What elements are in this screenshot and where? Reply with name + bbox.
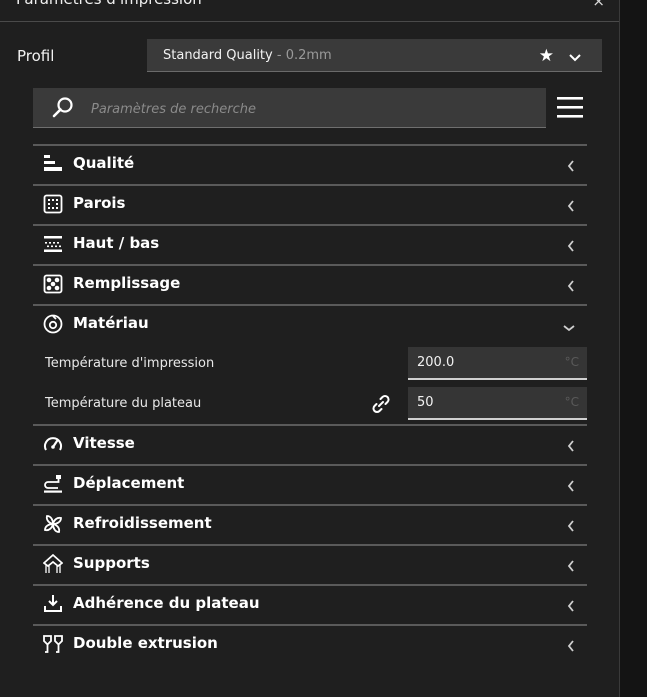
chevron-left-icon (567, 477, 575, 496)
category-label: Qualité (73, 154, 135, 172)
category-walls[interactable]: Parois (33, 184, 587, 223)
category-quality[interactable]: Qualité (33, 144, 587, 183)
category-support[interactable]: Supports (33, 544, 587, 583)
category-label: Double extrusion (73, 634, 218, 652)
support-icon (42, 553, 64, 574)
panel-title: Paramètres d'impression (16, 0, 202, 8)
setting-label: Température d'impression (45, 356, 215, 371)
category-infill[interactable]: Remplissage (33, 264, 587, 303)
chevron-left-icon (567, 237, 575, 256)
bed-temperature-field[interactable]: 50 °C (408, 387, 587, 420)
infill-icon (43, 274, 63, 294)
category-label: Remplissage (73, 274, 181, 292)
setting-bed-temperature: Température du plateau 50 °C (33, 384, 587, 424)
chevron-down-icon[interactable] (568, 48, 582, 67)
field-value: 200.0 (417, 355, 455, 370)
chevron-left-icon (567, 517, 575, 536)
print-settings-panel: Paramètres d'impression × Profil Standar… (0, 0, 620, 697)
walls-icon (43, 194, 63, 214)
chevron-left-icon (567, 637, 575, 656)
search-icon (51, 96, 75, 124)
adhesion-icon (43, 594, 63, 614)
speed-icon (43, 434, 63, 454)
profile-name: Standard Quality - 0.2mm (163, 48, 332, 63)
field-unit: °C (564, 355, 579, 369)
link-icon[interactable] (370, 393, 392, 419)
panel-title-bar: Paramètres d'impression × (0, 0, 619, 22)
chevron-left-icon (567, 557, 575, 576)
favorite-star-icon[interactable]: ★ (539, 46, 554, 66)
category-label: Vitesse (73, 434, 135, 452)
chevron-left-icon (567, 597, 575, 616)
category-dual-extrusion[interactable]: Double extrusion (33, 624, 587, 663)
profile-label: Profil (17, 47, 55, 65)
category-label: Déplacement (73, 474, 185, 492)
settings-menu-icon[interactable] (557, 96, 583, 122)
cooling-icon (43, 514, 63, 534)
setting-print-temperature: Température d'impression 200.0 °C (33, 344, 587, 384)
category-material[interactable]: Matériau (33, 304, 587, 343)
print-temperature-field[interactable]: 200.0 °C (408, 347, 587, 380)
chevron-left-icon (567, 157, 575, 176)
category-label: Adhérence du plateau (73, 594, 260, 612)
category-speed[interactable]: Vitesse (33, 424, 587, 463)
category-cooling[interactable]: Refroidissement (33, 504, 587, 543)
travel-icon (43, 474, 63, 494)
category-bed-adhesion[interactable]: Adhérence du plateau (33, 584, 587, 623)
close-icon[interactable]: × (592, 0, 605, 10)
search-box (33, 88, 546, 128)
chevron-left-icon (567, 277, 575, 296)
top-bottom-icon (43, 234, 63, 254)
chevron-down-icon (563, 317, 575, 336)
category-label: Parois (73, 194, 126, 212)
profile-layer-height: - 0.2mm (272, 48, 332, 63)
field-unit: °C (564, 395, 579, 409)
profile-name-text: Standard Quality (163, 48, 273, 63)
chevron-left-icon (567, 437, 575, 456)
category-label: Refroidissement (73, 514, 212, 532)
material-icon (43, 314, 63, 334)
field-value: 50 (417, 395, 434, 410)
profile-dropdown[interactable]: Standard Quality - 0.2mm ★ (147, 39, 602, 72)
category-travel[interactable]: Déplacement (33, 464, 587, 503)
category-top-bottom[interactable]: Haut / bas (33, 224, 587, 263)
dual-extrusion-icon (43, 634, 63, 654)
search-input[interactable] (89, 98, 533, 120)
chevron-left-icon (567, 197, 575, 216)
quality-icon (43, 154, 63, 174)
category-label: Matériau (73, 314, 149, 332)
category-label: Supports (73, 554, 150, 572)
category-label: Haut / bas (73, 234, 160, 252)
setting-label: Température du plateau (45, 396, 202, 411)
